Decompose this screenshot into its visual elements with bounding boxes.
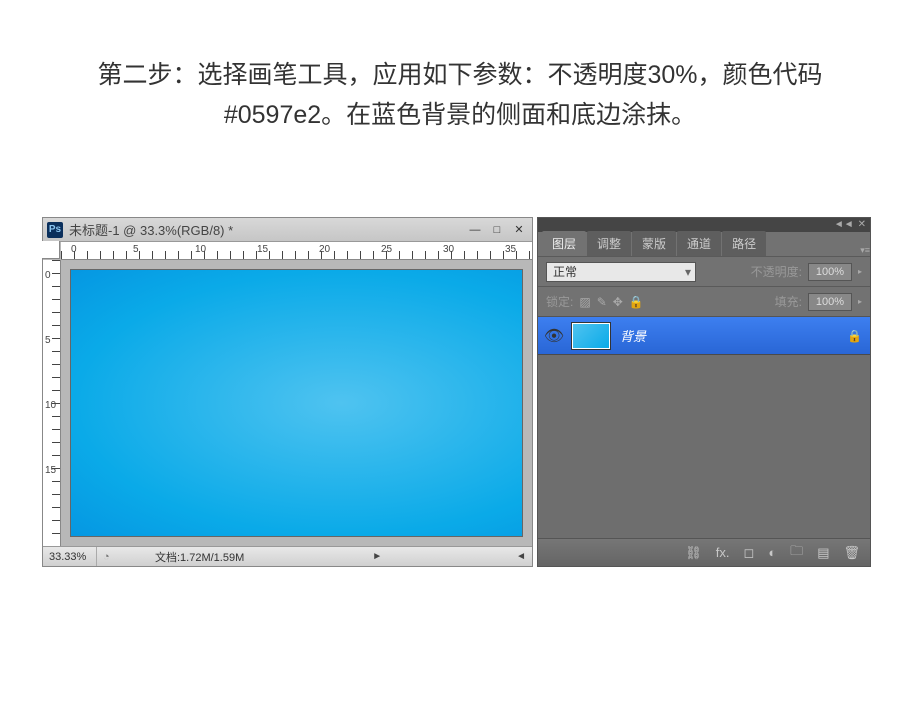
- scroll-left-icon[interactable]: ◄: [510, 551, 532, 562]
- zoom-field[interactable]: 33.33%: [43, 547, 97, 566]
- visibility-icon[interactable]: 👁: [546, 328, 562, 344]
- fill-label: 填充:: [775, 293, 802, 310]
- ruler-corner: [42, 241, 60, 259]
- ruler-tick: 15: [257, 244, 268, 255]
- trash-icon[interactable]: 🗑: [843, 545, 860, 561]
- clock-icon: ◔: [103, 551, 119, 563]
- tab-layers[interactable]: 图层: [542, 231, 586, 256]
- tab-paths[interactable]: 路径: [722, 231, 766, 256]
- link-layers-icon[interactable]: ⛓: [685, 545, 702, 561]
- document-info: 文档:1.72M/1.59M: [125, 549, 244, 565]
- panel-tabs: 图层 调整 蒙版 通道 路径 ▾≡: [538, 232, 870, 256]
- panel-close-icon[interactable]: ✕: [858, 220, 866, 230]
- layers-panel: ◄◄ ✕ 图层 调整 蒙版 通道 路径 ▾≡ 正常 不透明度: 100% ▸ 锁…: [537, 217, 871, 567]
- lock-icons: ▨ ✎ ✥ 🔒: [579, 295, 643, 309]
- adjustment-icon[interactable]: ◐: [768, 545, 776, 560]
- titlebar: Ps 未标题-1 @ 33.3%(RGB/8) * — □ ✕: [43, 218, 532, 242]
- statusbar: 33.33% ◔ 文档:1.72M/1.59M ► ◄: [43, 546, 532, 566]
- canvas[interactable]: [71, 270, 522, 536]
- panel-menu-icon[interactable]: ▾≡: [860, 245, 870, 256]
- minimize-button[interactable]: —: [466, 223, 484, 237]
- panel-footer: ⛓ fx. ◻ ◐ 🗀 ▤ 🗑: [538, 538, 870, 566]
- chevron-icon[interactable]: ▸: [858, 297, 862, 306]
- document-window: Ps 未标题-1 @ 33.3%(RGB/8) * — □ ✕ 0 5 10 1…: [42, 217, 533, 567]
- collapse-icon[interactable]: ◄◄: [834, 220, 854, 230]
- blend-row: 正常 不透明度: 100% ▸: [538, 256, 870, 286]
- ps-icon: Ps: [47, 222, 63, 238]
- layer-name[interactable]: 背景: [620, 326, 837, 345]
- opacity-label: 不透明度:: [751, 263, 802, 280]
- ruler-tick: 35: [505, 244, 516, 255]
- ruler-tick: 20: [319, 244, 330, 255]
- ruler-tick: 15: [45, 465, 56, 476]
- layer-thumbnail[interactable]: [572, 323, 610, 349]
- document-title: 未标题-1 @ 33.3%(RGB/8) *: [69, 220, 466, 239]
- lock-pixels-icon[interactable]: ▨: [579, 295, 590, 309]
- ruler-tick: 30: [443, 244, 454, 255]
- chevron-icon[interactable]: ▸: [858, 267, 862, 276]
- lock-label: 锁定:: [546, 293, 573, 310]
- layer-lock-icon: 🔒: [847, 329, 862, 343]
- close-button[interactable]: ✕: [510, 223, 528, 237]
- ruler-horizontal[interactable]: 0 5 10 15 20 25 30 35: [61, 242, 532, 260]
- tab-adjustments[interactable]: 调整: [587, 231, 631, 256]
- ruler-tick: 0: [71, 244, 77, 255]
- window-controls: — □ ✕: [466, 223, 528, 237]
- panel-header: ◄◄ ✕: [538, 218, 870, 232]
- new-layer-icon[interactable]: ▤: [817, 545, 829, 561]
- blend-mode-select[interactable]: 正常: [546, 262, 696, 282]
- ruler-vertical[interactable]: 0 5 10 15: [43, 260, 61, 546]
- app-container: Ps 未标题-1 @ 33.3%(RGB/8) * — □ ✕ 0 5 10 1…: [42, 217, 871, 567]
- lock-brush-icon[interactable]: ✎: [597, 295, 607, 309]
- lock-row: 锁定: ▨ ✎ ✥ 🔒 填充: 100% ▸: [538, 286, 870, 316]
- fill-field[interactable]: 100%: [808, 293, 852, 311]
- lock-move-icon[interactable]: ✥: [613, 295, 623, 309]
- maximize-button[interactable]: □: [488, 223, 506, 237]
- ruler-tick: 5: [45, 335, 51, 346]
- layer-list[interactable]: 👁 背景 🔒: [538, 316, 870, 538]
- mask-icon[interactable]: ◻: [744, 545, 755, 561]
- scroll-right-icon[interactable]: ►: [366, 551, 388, 562]
- tab-masks[interactable]: 蒙版: [632, 231, 676, 256]
- ruler-tick: 25: [381, 244, 392, 255]
- layer-item[interactable]: 👁 背景 🔒: [538, 317, 870, 355]
- tab-channels[interactable]: 通道: [677, 231, 721, 256]
- instruction-text: 第二步：选择画笔工具，应用如下参数：不透明度30%，颜色代码#0597e2。在蓝…: [50, 55, 870, 135]
- canvas-area[interactable]: [61, 260, 532, 546]
- ruler-tick: 5: [133, 244, 139, 255]
- opacity-field[interactable]: 100%: [808, 263, 852, 281]
- ruler-tick: 10: [195, 244, 206, 255]
- ruler-tick: 10: [45, 400, 56, 411]
- group-icon[interactable]: 🗀: [790, 542, 803, 564]
- ruler-tick: 0: [45, 270, 51, 281]
- fx-icon[interactable]: fx.: [716, 545, 730, 560]
- lock-all-icon[interactable]: 🔒: [629, 295, 644, 309]
